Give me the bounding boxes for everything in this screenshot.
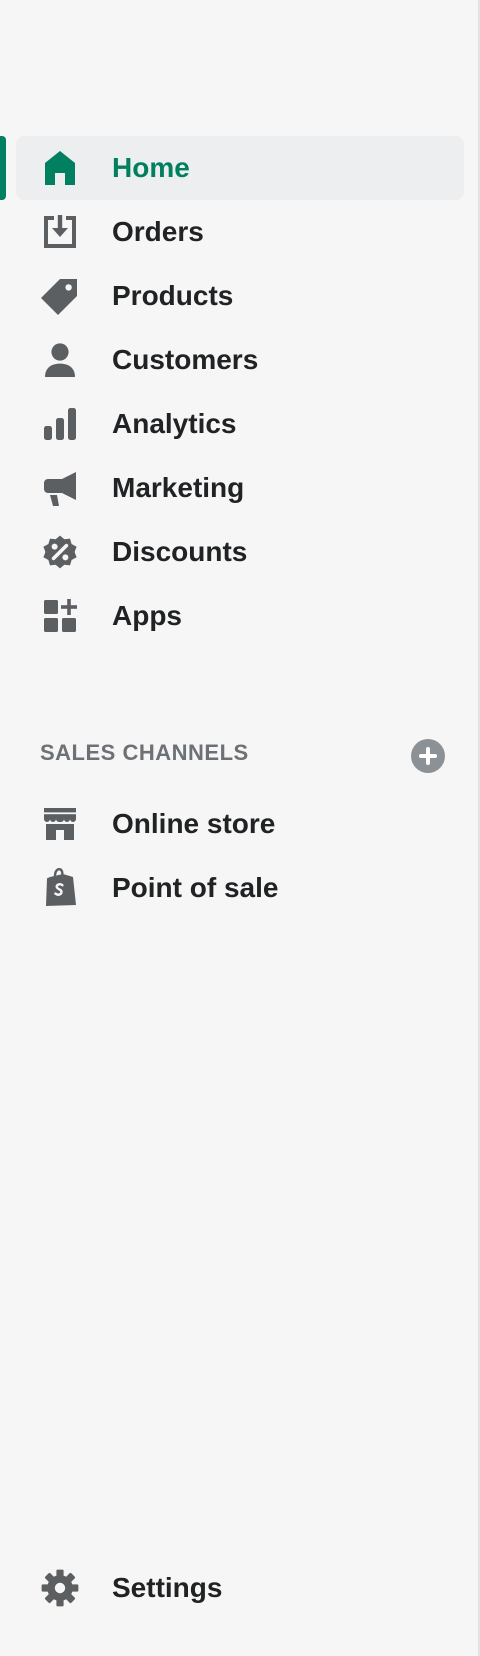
nav-label-orders: Orders [112,216,204,247]
nav-item-customers[interactable]: Customers [16,328,464,392]
nav-item-online-store[interactable]: Online store [16,792,464,856]
storefront-icon [40,804,80,844]
nav-item-orders[interactable]: Orders [16,200,464,264]
person-icon [40,340,80,380]
nav-item-home[interactable]: Home [0,136,464,200]
shopping-bag-icon [40,868,80,908]
nav-label-apps: Apps [112,600,182,631]
nav-item-apps[interactable]: Apps [16,584,464,648]
sales-channels-heading: SALES CHANNELS [40,740,249,765]
orders-icon [40,212,80,252]
nav-label-customers: Customers [112,344,259,375]
nav-item-point-of-sale[interactable]: Point of sale [16,856,464,920]
bar-chart-icon [40,404,80,444]
discount-badge-icon [40,532,80,572]
plus-circle-icon[interactable] [411,739,445,773]
nav-label-analytics: Analytics [112,408,237,439]
nav-label-settings: Settings [112,1572,223,1603]
nav-label-online-store: Online store [112,808,276,839]
nav-item-settings[interactable]: Settings [16,1556,464,1620]
nav-label-products: Products [112,280,234,311]
nav-label-home: Home [112,152,190,183]
nav-item-marketing[interactable]: Marketing [16,456,464,520]
gear-icon [40,1568,80,1608]
nav-label-discounts: Discounts [112,536,248,567]
active-indicator [0,136,6,200]
apps-grid-icon [40,596,80,636]
nav-label-marketing: Marketing [112,472,245,503]
tag-icon [40,276,80,316]
nav-item-analytics[interactable]: Analytics [16,392,464,456]
nav-label-point-of-sale: Point of sale [112,872,279,903]
nav-item-products[interactable]: Products [16,264,464,328]
megaphone-icon [40,468,80,508]
nav-item-discounts[interactable]: Discounts [16,520,464,584]
home-icon [40,148,80,188]
